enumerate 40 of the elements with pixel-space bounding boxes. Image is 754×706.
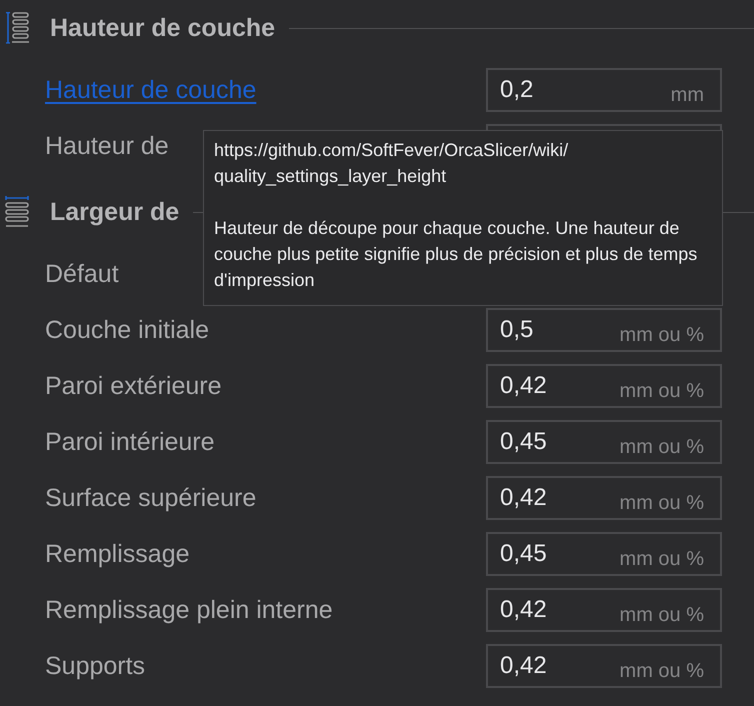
setting-label: Supports [45,652,146,680]
field-value: 0,42 [500,484,547,512]
url-link[interactable]: quality_settings_layer_height [214,163,446,189]
unit-label: mm [670,84,704,106]
url-link[interactable]: https://github.com/SoftFever/OrcaSlicer/wiki/ [214,137,568,163]
unit-label: mm ou % [620,660,704,682]
input-field[interactable]: 0,45 mm ou % [486,532,722,576]
field-value: 0,2 [500,76,534,104]
unit-label: mm ou % [620,380,704,402]
field-value: 0,42 [500,372,547,400]
layer-height-icon [4,11,30,45]
setting-label: Défaut [45,260,119,288]
setting-label: Paroi extérieure [45,372,222,400]
input-field[interactable]: 0,5 mm ou % [486,308,722,352]
input-field[interactable]: 0,42 mm ou % [486,588,722,632]
section-title: Hauteur de couche [50,14,276,42]
input-field[interactable]: 0,42 mm ou % [486,476,722,520]
line-width-icon [4,195,30,229]
setting-label: Hauteur de [45,132,169,160]
field-value: 0,45 [500,428,547,456]
unit-label: mm ou % [620,324,704,346]
setting-label: Paroi intérieure [45,428,215,456]
field-value: 0,42 [500,596,547,624]
input-field[interactable]: 0,2 mm [486,68,722,112]
unit-label: mm ou % [620,548,704,570]
setting-label: Surface supérieure [45,484,256,512]
field-value: 0,5 [500,316,534,344]
setting-label: Remplissage plein interne [45,596,333,624]
section-title: Largeur de [50,198,180,226]
input-field[interactable]: 0,42 mm ou % [486,644,722,688]
tooltip-text: Hauteur de découpe pour chaque couche. Une hauteur de couche plus petite signifie plus de précision et plus de temps d'impression [214,217,698,292]
unit-label: mm ou % [620,492,704,514]
setting-label: Couche initiale [45,316,209,344]
input-field[interactable]: 0,45 mm ou % [486,420,722,464]
input-field[interactable]: 0,42 mm ou % [486,364,722,408]
setting-label: Remplissage [45,540,190,568]
unit-label: mm ou % [620,604,704,626]
field-value: 0,45 [500,540,547,568]
unit-label: mm ou % [620,436,704,458]
field-value: 0,42 [500,652,547,680]
